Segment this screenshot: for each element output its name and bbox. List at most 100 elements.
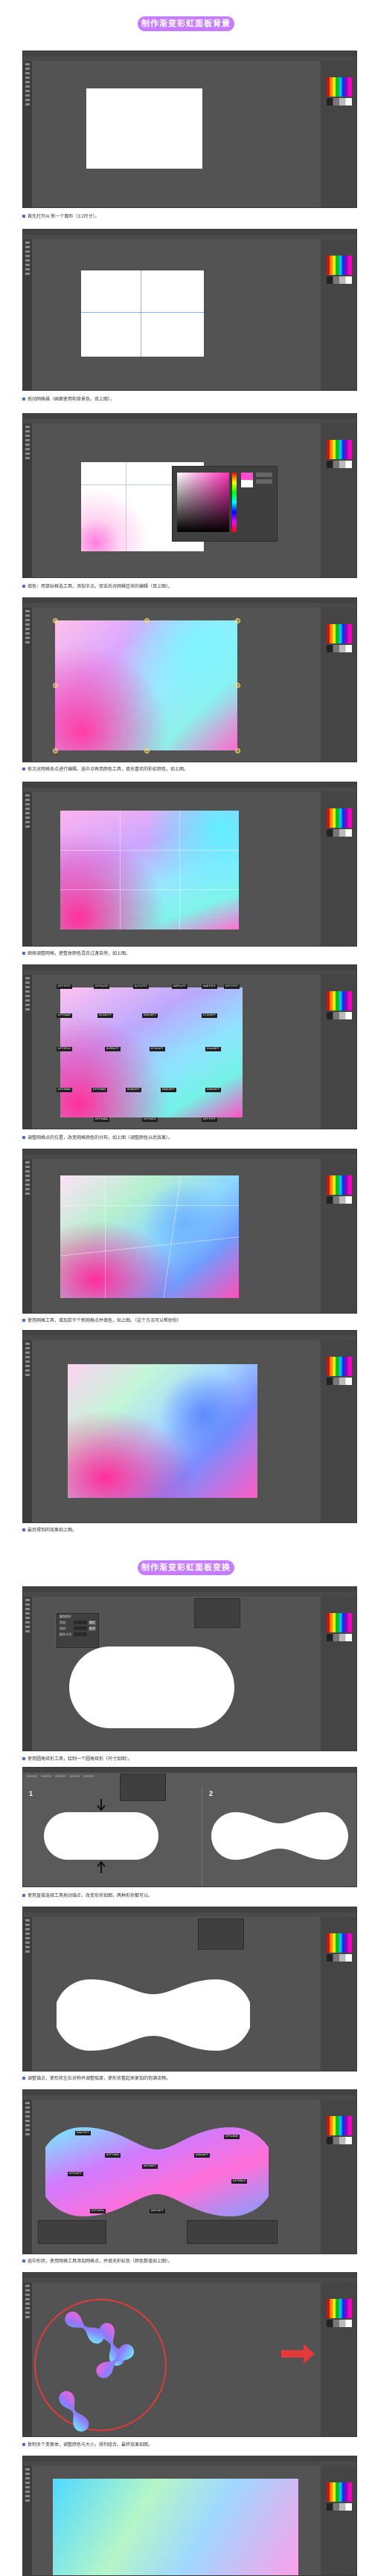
tools-panel[interactable] (23, 1917, 32, 2071)
swatch-info-panel[interactable] (187, 2220, 278, 2244)
gray-swatches[interactable] (327, 1378, 352, 1385)
option-bar[interactable] (23, 603, 356, 608)
tools-panel[interactable] (23, 61, 32, 207)
swatches-panel[interactable] (321, 1917, 356, 2071)
tools-panel[interactable] (23, 792, 32, 946)
option-bar[interactable] (23, 788, 356, 792)
color-swatches[interactable] (327, 2299, 352, 2318)
transform-panel[interactable] (194, 1598, 240, 1628)
gray-swatches[interactable] (327, 1196, 352, 1204)
gray-swatches[interactable] (327, 2320, 352, 2327)
mesh-anchor[interactable] (53, 748, 58, 753)
mesh-anchor[interactable] (53, 618, 58, 623)
arranged-shapes[interactable] (32, 2283, 322, 2436)
ok-button[interactable]: 确定 (89, 1620, 96, 1625)
swatches-panel[interactable] (321, 2283, 356, 2436)
transform-panel[interactable] (198, 1918, 244, 1950)
mesh-line[interactable] (60, 889, 239, 890)
swatches-panel[interactable] (321, 61, 356, 207)
tools-panel[interactable] (23, 2283, 32, 2436)
shape-step-2[interactable] (202, 1790, 357, 1886)
gray-swatches[interactable] (327, 1012, 352, 1019)
color-swatches[interactable] (327, 808, 352, 828)
swatches-panel[interactable] (321, 424, 356, 577)
menu-bar[interactable] (23, 414, 356, 424)
tools-panel[interactable] (23, 975, 32, 1129)
tools-panel[interactable] (23, 1159, 32, 1313)
tools-panel[interactable] (23, 608, 32, 762)
menu-bar[interactable] (23, 230, 356, 239)
tools-panel[interactable] (23, 239, 32, 390)
menu-bar[interactable] (23, 51, 356, 61)
tools-panel[interactable] (23, 1340, 32, 1522)
mesh-line[interactable] (105, 1175, 106, 1298)
menu-bar[interactable] (23, 1149, 356, 1159)
tools-panel[interactable] (23, 424, 32, 577)
swatches-panel[interactable] (321, 608, 356, 762)
mesh-anchor[interactable] (144, 748, 150, 753)
menu-bar[interactable] (23, 2456, 356, 2466)
color-swatches[interactable] (327, 624, 352, 643)
height-field[interactable] (74, 1626, 87, 1630)
gray-swatches[interactable] (327, 645, 352, 652)
option-bar[interactable] (23, 235, 356, 239)
gray-swatches[interactable] (327, 2503, 352, 2511)
gradient-mesh[interactable] (60, 1175, 239, 1298)
color-swatches[interactable] (327, 440, 352, 459)
gray-swatches[interactable] (327, 1634, 352, 1641)
color-swatches[interactable] (327, 1175, 352, 1195)
final-composition[interactable] (53, 2479, 298, 2575)
swatches-panel[interactable] (321, 1159, 356, 1313)
option-bar[interactable] (23, 1592, 356, 1597)
menu-bar[interactable] (23, 1587, 356, 1597)
color-swatches[interactable] (327, 77, 352, 97)
horizontal-guide[interactable] (81, 312, 204, 313)
gray-swatches[interactable] (327, 2137, 352, 2144)
ok-button[interactable] (256, 473, 272, 477)
option-bar[interactable] (23, 2278, 356, 2283)
color-swatches[interactable] (327, 2116, 352, 2135)
color-swatches[interactable] (327, 1357, 352, 1376)
swatches-panel[interactable] (321, 2466, 356, 2575)
swatches-panel[interactable] (321, 239, 356, 390)
artboard[interactable] (86, 88, 202, 169)
option-bar[interactable] (23, 1336, 356, 1340)
rounded-rect-dialog[interactable]: 圆角矩形 宽度： 高度： 圆角半径： 确定 取消 (57, 1613, 99, 1648)
smoothed-shape[interactable] (57, 1970, 250, 2060)
cancel-button[interactable] (256, 479, 272, 484)
gradient-mesh[interactable] (55, 620, 237, 750)
tools-panel[interactable] (23, 2466, 32, 2575)
color-swatches[interactable] (327, 991, 352, 1010)
menu-bar[interactable] (23, 965, 356, 975)
color-field[interactable] (177, 473, 229, 532)
cancel-button[interactable]: 取消 (89, 1626, 96, 1631)
gray-swatches[interactable] (327, 98, 352, 106)
option-bar[interactable] (23, 2462, 356, 2466)
gray-swatches[interactable] (327, 461, 352, 468)
swatch-info-panel[interactable] (38, 2220, 106, 2244)
mesh-anchor[interactable] (235, 748, 240, 753)
mesh-anchor[interactable] (144, 618, 150, 623)
shape-step-1[interactable] (23, 1790, 202, 1886)
gray-swatches[interactable] (327, 829, 352, 837)
rounded-rectangle[interactable] (69, 1647, 234, 1728)
option-bar[interactable] (23, 419, 356, 424)
gray-swatches[interactable] (327, 276, 352, 284)
menu-bar[interactable] (23, 598, 356, 608)
artboard[interactable] (81, 270, 204, 357)
mesh-anchor[interactable] (235, 618, 240, 623)
width-field[interactable] (74, 1620, 87, 1624)
color-swatches[interactable] (327, 2482, 352, 2502)
final-gradient-background[interactable] (68, 1364, 257, 1498)
mesh-line[interactable] (120, 811, 121, 929)
mesh-line[interactable] (179, 811, 180, 929)
menu-bar[interactable] (23, 2090, 356, 2100)
option-bar[interactable] (23, 970, 356, 975)
mesh-line[interactable] (60, 1205, 239, 1206)
mesh-anchor[interactable] (235, 683, 240, 688)
menu-bar[interactable] (23, 2273, 356, 2283)
option-bar[interactable] (23, 1155, 356, 1159)
mesh-anchor[interactable] (53, 683, 58, 688)
color-swatches[interactable] (327, 1933, 352, 1953)
color-swatches[interactable] (327, 256, 352, 275)
